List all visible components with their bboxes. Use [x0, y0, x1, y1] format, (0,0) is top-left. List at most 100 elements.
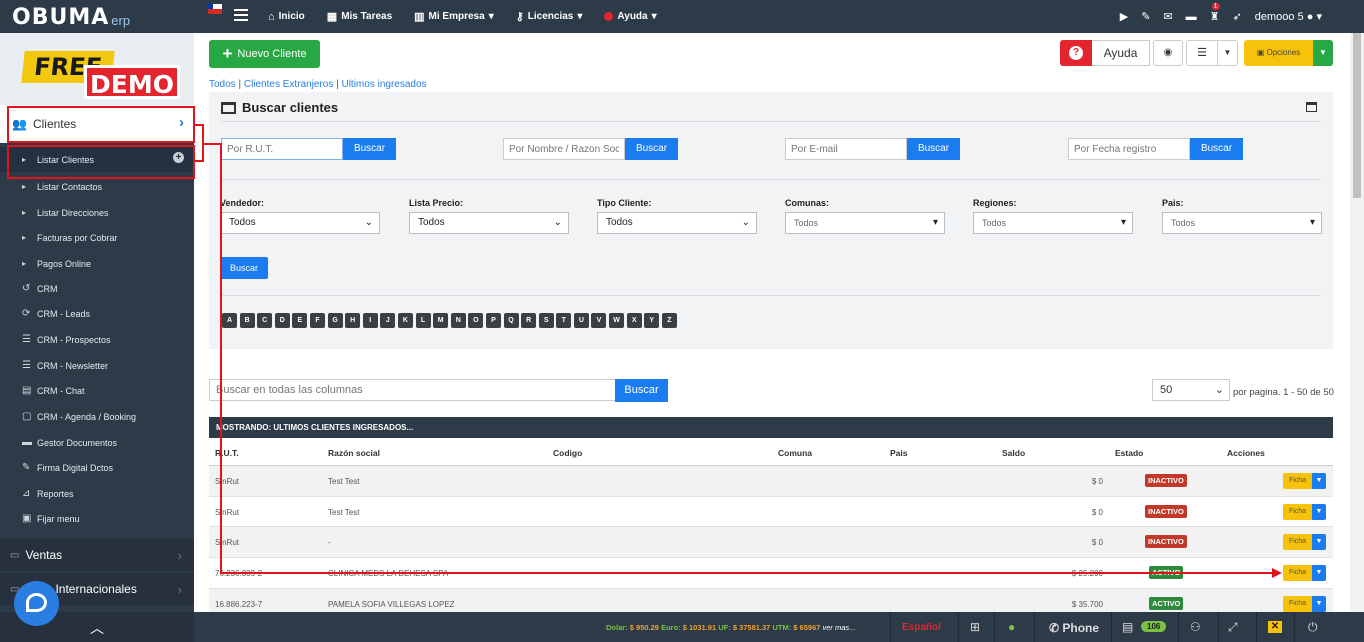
letter-filter-button[interactable]: B [239, 313, 255, 328]
col-pais[interactable]: Pais [890, 448, 908, 458]
letter-filter-button[interactable]: O [468, 313, 484, 328]
table-search-button[interactable]: Buscar [615, 379, 668, 402]
phone-button[interactable]: ✆ Phone [1049, 621, 1099, 635]
link-clientes-extranjeros[interactable]: Clientes Extranjeros [244, 79, 333, 90]
per-page-select[interactable]: 50 ⌄ [1152, 379, 1230, 401]
link-ultimos-ingresados[interactable]: Ultimos ingresados [341, 79, 426, 90]
letter-filter-button[interactable]: J [380, 313, 396, 328]
nav-inicio[interactable]: ⌂ Inicio [268, 11, 305, 23]
options-dropdown-toggle[interactable]: ▼ [1313, 40, 1333, 66]
letter-filter-button[interactable]: W [609, 313, 625, 328]
tipo-cliente-select[interactable]: Todos ⌄ [597, 212, 757, 234]
youtube-icon[interactable]: ▶ [1120, 10, 1128, 23]
email-input[interactable] [785, 138, 907, 160]
help-question-button[interactable]: ? [1060, 40, 1092, 66]
nav-mis-tareas[interactable]: ▦ Mis Tareas [327, 10, 392, 23]
list-view-icon[interactable]: ☰ [1186, 40, 1218, 66]
filter-search-button[interactable]: Buscar [220, 257, 268, 279]
scrollbar-thumb[interactable] [1353, 33, 1361, 198]
nav-licencias[interactable]: ⚷ Licencias ▾ [516, 10, 583, 23]
letter-filter-button[interactable]: N [450, 313, 466, 328]
lista-precio-select[interactable]: Todos ⌄ [409, 212, 569, 234]
chevron-down-icon[interactable]: ▼ [1218, 40, 1238, 66]
email-search-button[interactable]: Buscar [907, 138, 960, 160]
sidebar-item-facturas-por-cobrar[interactable]: ▸ Facturas por Cobrar [0, 225, 194, 250]
sidebar-item-firma-digital[interactable]: ✎ Firma Digital Dctos [0, 455, 194, 480]
notifications-icon[interactable]: ♜ 1 [1210, 3, 1220, 23]
chat-widget-button[interactable] [14, 581, 59, 626]
options-button[interactable]: ▣ Opciones [1244, 40, 1313, 66]
sidebar-item-crm-agenda[interactable]: ▢ CRM - Agenda / Booking [0, 404, 194, 429]
letter-filter-button[interactable]: S [538, 313, 554, 328]
row-actions-dropdown[interactable]: ▼ [1312, 534, 1326, 551]
name-search-button[interactable]: Buscar [625, 138, 678, 160]
sidebar-item-crm[interactable]: ↺ CRM [0, 276, 194, 301]
language-selector[interactable]: Español [902, 622, 941, 633]
letter-filter-button[interactable]: X [626, 313, 642, 328]
pais-select[interactable]: Todos ▾ [1162, 212, 1322, 234]
rocket-icon[interactable]: ➶ [1233, 10, 1242, 23]
edit-icon[interactable]: ✎ [1141, 10, 1150, 23]
letter-filter-button[interactable]: K [397, 313, 413, 328]
rut-input[interactable] [221, 138, 343, 160]
col-rut[interactable]: R.U.T. [215, 448, 239, 458]
letter-filter-button[interactable]: Z [661, 313, 677, 328]
letter-filter-button[interactable]: F [309, 313, 325, 328]
letter-filter-button[interactable]: D [274, 313, 290, 328]
letter-filter-button[interactable]: P [485, 313, 501, 328]
letter-filter-button[interactable]: V [591, 313, 607, 328]
rates-more-link[interactable]: ver mas... [823, 623, 856, 632]
letter-filter-button[interactable]: H [345, 313, 361, 328]
ficha-button[interactable]: Ficha [1283, 473, 1312, 489]
col-saldo[interactable]: Saldo [1002, 448, 1025, 458]
ficha-button[interactable]: Ficha [1283, 503, 1312, 520]
name-input[interactable] [503, 138, 625, 160]
letter-filter-button[interactable]: E [292, 313, 308, 328]
sidebar-item-pagos-online[interactable]: ▸ Pagos Online [0, 251, 194, 276]
letter-filter-button[interactable]: M [433, 313, 449, 328]
date-search-button[interactable]: Buscar [1190, 138, 1243, 160]
sidebar-group-ventas[interactable]: ▭ Ventas › [0, 539, 194, 571]
hamburger-menu-icon[interactable] [234, 9, 248, 21]
rut-search-button[interactable]: Buscar [343, 138, 396, 160]
date-input[interactable] [1068, 138, 1190, 160]
ficha-button[interactable]: Ficha [1283, 534, 1312, 551]
comunas-select[interactable]: Todos ▾ [785, 212, 945, 234]
col-comuna[interactable]: Comuna [778, 448, 812, 458]
whatsapp-icon[interactable]: ● [1008, 620, 1015, 634]
row-actions-dropdown[interactable]: ▼ [1312, 565, 1326, 582]
sidebar-item-crm-newsletter[interactable]: ☰ CRM - Newsletter [0, 353, 194, 378]
link-todos[interactable]: Todos [209, 79, 236, 90]
regiones-select[interactable]: Todos ▾ [973, 212, 1133, 234]
row-actions-dropdown[interactable]: ▼ [1312, 595, 1326, 612]
close-icon[interactable]: ✕ [1268, 621, 1282, 633]
letter-filter-button[interactable]: U [573, 313, 589, 328]
letter-filter-button[interactable]: T [556, 313, 572, 328]
letter-filter-button[interactable]: C [257, 313, 273, 328]
sidebar-item-gestor-documentos[interactable]: ▬ Gestor Documentos [0, 430, 194, 455]
sitemap-icon[interactable]: ⊞ [970, 620, 980, 634]
chile-flag-icon[interactable] [208, 4, 222, 14]
folder-icon[interactable]: ▬ [1186, 11, 1197, 23]
table-row[interactable]: SinRut Test Test $ 0 INACTIVO Ficha ▼ [209, 497, 1333, 528]
row-actions-dropdown[interactable]: ▼ [1312, 503, 1326, 520]
user-menu[interactable]: demooo 5 ● ▾ [1255, 10, 1322, 23]
help-button[interactable]: Ayuda [1092, 40, 1150, 66]
row-actions-dropdown[interactable]: ▼ [1312, 473, 1326, 489]
sidebar-item-fijar-menu[interactable]: ▣ Fijar menu [0, 506, 194, 531]
eye-icon[interactable]: ◉ [1153, 40, 1183, 66]
ficha-button[interactable]: Ficha [1283, 595, 1312, 612]
sidebar-item-crm-chat[interactable]: ▤ CRM - Chat [0, 378, 194, 403]
col-razon-social[interactable]: Razón social [328, 448, 380, 458]
table-row[interactable]: SinRut - $ 0 INACTIVO Ficha ▼ [209, 527, 1333, 558]
col-estado[interactable]: Estado [1115, 448, 1143, 458]
power-icon[interactable]: ⏻ [1308, 620, 1318, 635]
table-row[interactable]: SinRut Test Test $ 0 INACTIVO Ficha ▼ [209, 466, 1333, 497]
letter-filter-button[interactable]: Y [644, 313, 660, 328]
mail-icon[interactable]: ✉ [1163, 10, 1172, 23]
vendedor-select[interactable]: Todos ⌄ [220, 212, 380, 234]
app-logo[interactable]: OBUMA erp [12, 5, 130, 29]
sidebar-item-crm-leads[interactable]: ⟳ CRM - Leads [0, 301, 194, 326]
letter-filter-button[interactable]: Q [503, 313, 519, 328]
letter-filter-button[interactable]: R [521, 313, 537, 328]
